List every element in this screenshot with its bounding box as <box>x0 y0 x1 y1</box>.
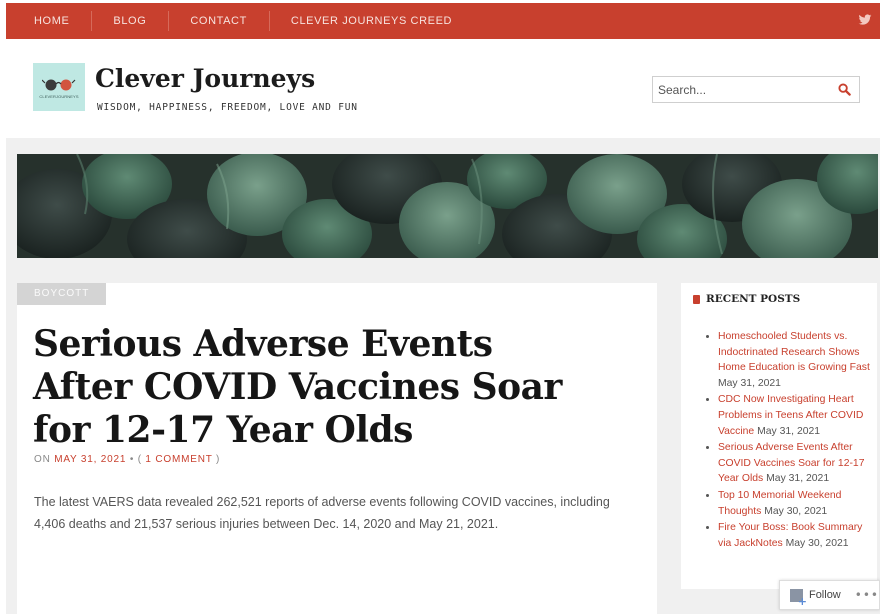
search-icon[interactable] <box>838 83 851 96</box>
site-title[interactable]: Clever Journeys <box>95 64 315 93</box>
sunglasses-icon <box>42 79 76 90</box>
meta-separator: • ( <box>126 454 146 465</box>
recent-post-date: May 30, 2021 <box>782 537 849 549</box>
follow-icon <box>790 588 807 608</box>
more-icon[interactable]: ••• <box>855 588 879 602</box>
top-nav: HOME BLOG CONTACT CLEVER JOURNEYS CREED <box>6 3 880 39</box>
list-item: Fire Your Boss: Book Summary via JackNot… <box>705 520 871 551</box>
logo-text: CLEVERJOURNEYS <box>39 93 79 99</box>
post-excerpt: The latest VAERS data revealed 262,521 r… <box>34 495 610 531</box>
search-input[interactable] <box>653 77 823 102</box>
book-icon <box>693 294 700 304</box>
recent-post-date: May 31, 2021 <box>763 473 830 485</box>
site-logo[interactable]: CLEVERJOURNEYS <box>33 63 85 111</box>
recent-post-date: May 31, 2021 <box>754 425 821 437</box>
recent-post-date: May 31, 2021 <box>718 377 781 389</box>
post-meta: ON MAY 31, 2021 • ( 1 COMMENT ) <box>34 454 220 465</box>
post-date-link[interactable]: MAY 31, 2021 <box>54 454 126 465</box>
nav-item-creed[interactable]: CLEVER JOURNEYS CREED <box>268 11 474 31</box>
nav-item-contact[interactable]: CONTACT <box>168 11 269 31</box>
category-label[interactable]: BOYCOTT <box>17 283 107 305</box>
nav-item-blog[interactable]: BLOG <box>91 11 168 31</box>
header-banner-image <box>17 154 878 258</box>
article-card: BOYCOTT Serious Adverse Events After COV… <box>17 283 657 614</box>
list-item: Serious Adverse Events After COVID Vacci… <box>705 440 871 487</box>
page: HOME BLOG CONTACT CLEVER JOURNEYS CREED … <box>0 0 880 614</box>
follow-label: Follow <box>808 589 841 601</box>
list-item: Homeschooled Students vs. Indoctrinated … <box>705 329 871 391</box>
sidebar-recent-posts: RECENT POSTS Homeschooled Students vs. I… <box>681 283 877 589</box>
widget-title-text: RECENT POSTS <box>706 293 801 305</box>
meta-suffix: ) <box>212 454 221 465</box>
list-item: CDC Now Investigating Heart Problems in … <box>705 392 871 439</box>
search-box <box>652 76 860 103</box>
nav-item-home[interactable]: HOME <box>6 15 91 27</box>
widget-title: RECENT POSTS <box>693 293 800 305</box>
site-tagline: WISDOM, HAPPINESS, FREEDOM, LOVE AND FUN <box>97 102 358 113</box>
list-item: Top 10 Memorial Weekend Thoughts May 30,… <box>705 488 871 519</box>
meta-prefix: ON <box>34 454 55 465</box>
recent-post-date: May 30, 2021 <box>761 505 828 517</box>
recent-post-link[interactable]: Homeschooled Students vs. Indoctrinated … <box>718 331 870 373</box>
comments-link[interactable]: 1 COMMENT <box>145 454 212 465</box>
twitter-icon[interactable] <box>858 13 872 27</box>
post-title[interactable]: Serious Adverse Events After COVID Vacci… <box>33 323 593 452</box>
follow-button[interactable]: Follow ••• <box>779 580 880 610</box>
recent-posts-list: Homeschooled Students vs. Indoctrinated … <box>705 329 871 552</box>
